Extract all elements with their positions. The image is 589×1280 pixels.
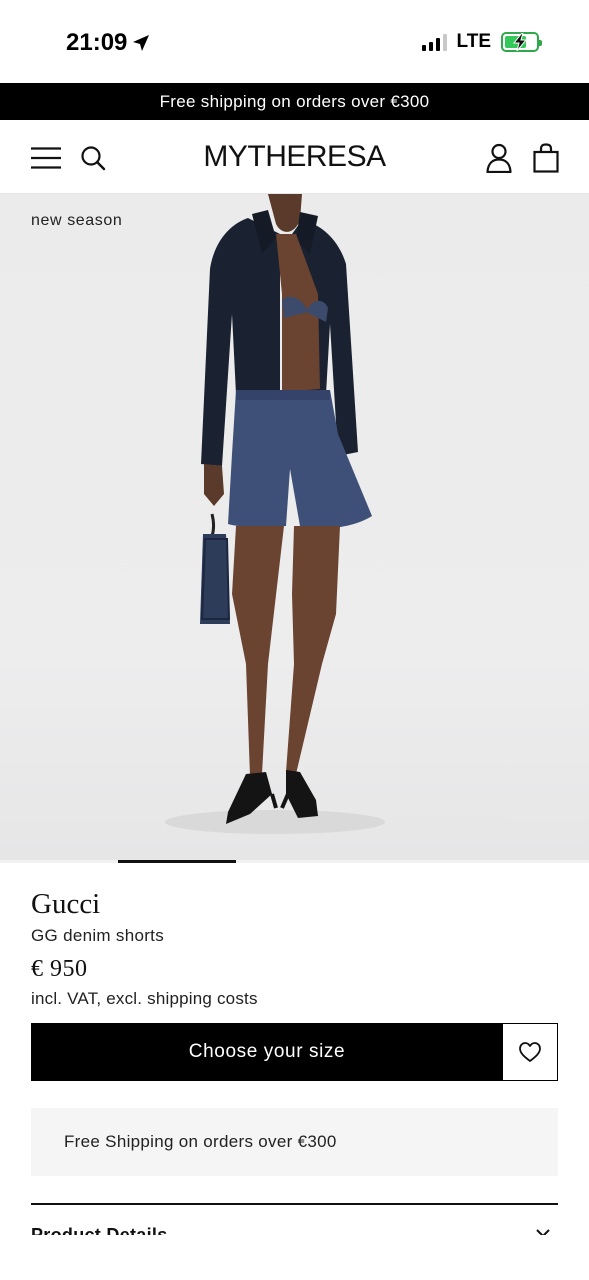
shipping-info-text: Free Shipping on orders over €300: [64, 1132, 337, 1151]
model-photo: [165, 194, 385, 834]
product-image[interactable]: new season: [0, 194, 589, 860]
carousel-progress: [0, 860, 589, 863]
product-brand[interactable]: Gucci: [31, 888, 100, 921]
product-details-accordion[interactable]: Product Details: [31, 1205, 558, 1235]
carousel-active-indicator: [118, 860, 236, 863]
status-indicators: LTE: [421, 31, 542, 53]
battery-charging-icon: [501, 32, 542, 52]
price-note: incl. VAT, excl. shipping costs: [31, 989, 258, 1008]
promo-banner[interactable]: Free shipping on orders over €300: [0, 83, 589, 120]
product-price: € 950: [31, 956, 88, 982]
status-bar: 21:09 LTE: [0, 0, 589, 83]
product-name: GG denim shorts: [31, 926, 164, 945]
network-type: LTE: [456, 31, 491, 52]
chevron-down-icon: [536, 1229, 550, 1235]
site-header: MYTHERESA: [0, 120, 589, 194]
heart-icon: [519, 1042, 541, 1062]
wishlist-button[interactable]: [502, 1023, 558, 1081]
status-time: 21:09: [66, 29, 151, 57]
shipping-info-box: Free Shipping on orders over €300: [31, 1108, 558, 1176]
location-arrow-icon: [133, 35, 150, 51]
choose-size-button[interactable]: Choose your size: [31, 1023, 503, 1081]
choose-size-label: Choose your size: [188, 1041, 346, 1062]
signal-icon: [421, 33, 447, 51]
promo-banner-text: Free shipping on orders over €300: [159, 91, 430, 111]
shopping-bag-icon[interactable]: [530, 142, 562, 174]
account-icon[interactable]: [483, 142, 515, 174]
product-details-title: Product Details: [31, 1225, 168, 1235]
status-time-text: 21:09: [66, 29, 128, 56]
